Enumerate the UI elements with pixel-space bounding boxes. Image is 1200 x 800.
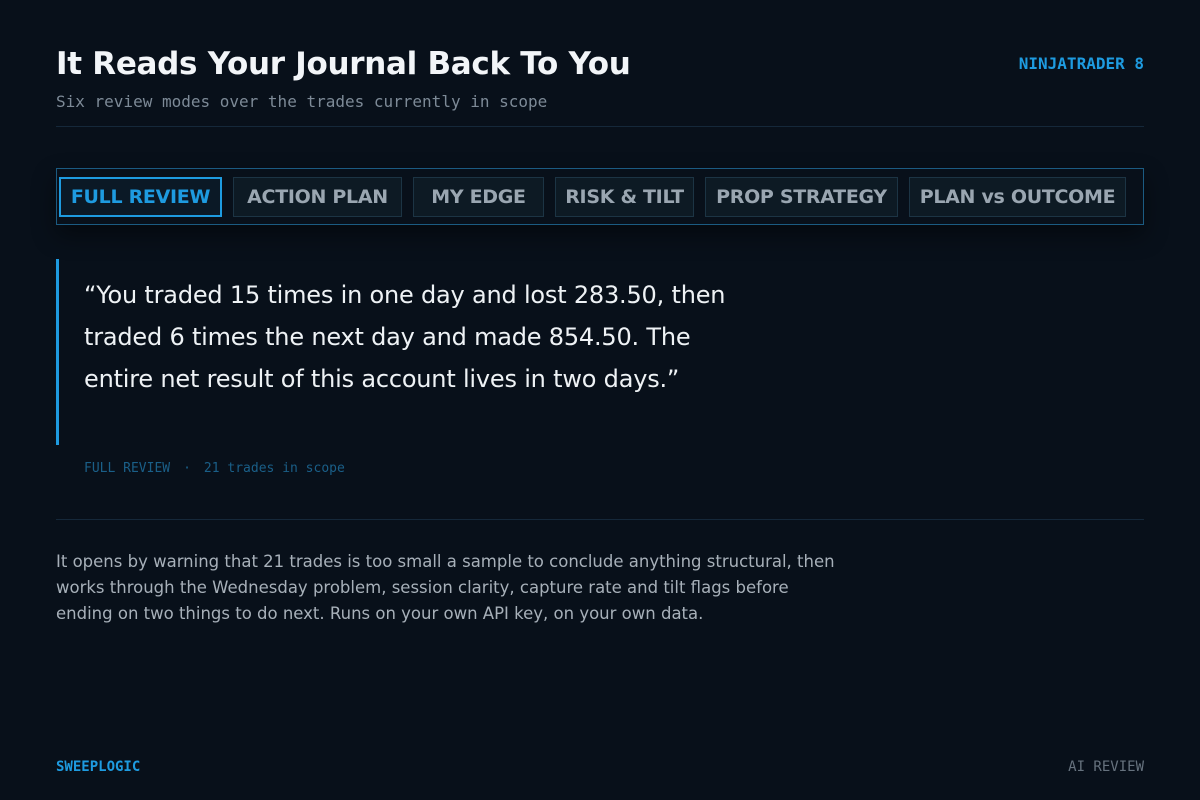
quote-meta: FULL REVIEW · 21 trades in scope [84,461,345,476]
brand-label: SWEEPLOGIC [56,759,141,775]
review-quote-block: “You traded 15 times in one day and lost… [56,259,736,445]
section-label: AI REVIEW [1068,759,1144,775]
meta-separator: · [183,461,191,476]
tab-prop-strategy[interactable]: PROP STRATEGY [705,176,898,217]
content-divider [56,519,1144,520]
tab-my-edge[interactable]: MY EDGE [413,176,544,217]
page-title: It Reads Your Journal Back To You [56,46,631,82]
quote-mode-label: FULL REVIEW [84,461,171,476]
review-quote: “You traded 15 times in one day and lost… [84,281,726,393]
header-divider [56,126,1144,127]
tab-plan-vs-outcome[interactable]: PLAN vs OUTCOME [909,176,1126,217]
tab-risk-and-tilt[interactable]: RISK & TILT [555,176,694,217]
feature-description: It opens by warning that 21 trades is to… [56,552,835,623]
review-mode-tabs: FULL REVIEW ACTION PLAN MY EDGE RISK & T… [56,168,1144,225]
page-subtitle: Six review modes over the trades current… [56,92,548,111]
tab-full-review[interactable]: FULL REVIEW [59,176,222,217]
page-header: It Reads Your Journal Back To You Six re… [56,46,1144,111]
platform-label: NINJATRADER 8 [1018,54,1144,73]
tab-action-plan[interactable]: ACTION PLAN [233,176,402,217]
quote-scope-label: 21 trades in scope [203,461,345,476]
